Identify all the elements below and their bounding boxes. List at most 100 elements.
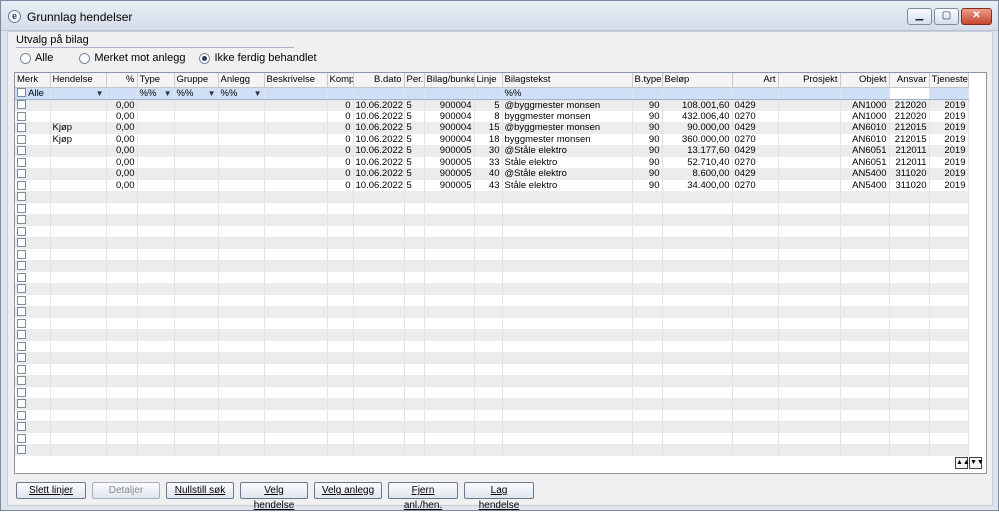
filter-pct[interactable] <box>106 87 138 100</box>
cell-prosjekt[interactable] <box>778 363 841 375</box>
cell-per[interactable] <box>404 398 425 410</box>
cell-gruppe[interactable] <box>174 156 219 168</box>
cell-linje[interactable]: 5 <box>474 99 503 111</box>
cell-art[interactable] <box>732 317 779 329</box>
filter-merk-checkbox[interactable] <box>17 88 26 98</box>
row-checkbox[interactable] <box>17 376 26 386</box>
cell-anlegg[interactable] <box>218 168 265 180</box>
cell-tekst[interactable] <box>502 375 633 387</box>
cell-objekt[interactable]: AN1000 <box>840 99 890 111</box>
cell-bdato[interactable]: 10.06.2022 <box>353 156 405 168</box>
cell-hendelse[interactable] <box>50 306 107 318</box>
cell-tekst[interactable] <box>502 352 633 364</box>
cell-ansvar[interactable] <box>889 432 930 444</box>
slett-linjer-button[interactable]: Slett linjer <box>16 482 86 499</box>
cell-bilag[interactable] <box>424 329 475 341</box>
cell-beskrivelse[interactable] <box>264 202 328 214</box>
cell-bdato[interactable] <box>353 363 405 375</box>
cell-anlegg[interactable] <box>218 444 265 456</box>
cell-anlegg[interactable] <box>218 421 265 433</box>
cell-linje[interactable] <box>474 375 503 387</box>
cell-per[interactable] <box>404 294 425 306</box>
cell-btype[interactable] <box>632 409 663 421</box>
cell-belop[interactable] <box>662 444 733 456</box>
table-row[interactable] <box>15 225 969 237</box>
cell-hendelse[interactable] <box>50 145 107 157</box>
col-header-tjeneste[interactable]: Tjeneste <box>929 73 969 88</box>
cell-pct[interactable] <box>106 283 138 295</box>
cell-prosjekt[interactable] <box>778 306 841 318</box>
cell-komp[interactable] <box>327 225 354 237</box>
cell-pct[interactable] <box>106 386 138 398</box>
cell-ansvar[interactable] <box>889 237 930 249</box>
cell-komp[interactable]: 0 <box>327 168 354 180</box>
cell-belop[interactable] <box>662 329 733 341</box>
chevron-down-icon[interactable]: ▼ <box>96 88 104 99</box>
cell-prosjekt[interactable] <box>778 237 841 249</box>
filter-prosjekt[interactable] <box>778 87 841 100</box>
cell-gruppe[interactable] <box>174 225 219 237</box>
cell-tjeneste[interactable] <box>929 202 969 214</box>
cell-tekst[interactable] <box>502 294 633 306</box>
table-row[interactable] <box>15 271 969 283</box>
table-row[interactable] <box>15 340 969 352</box>
row-checkbox[interactable] <box>17 364 26 374</box>
cell-bdato[interactable]: 10.06.2022 <box>353 145 405 157</box>
cell-belop[interactable] <box>662 202 733 214</box>
merk-cell[interactable] <box>15 248 51 260</box>
cell-tjeneste[interactable] <box>929 340 969 352</box>
cell-bdato[interactable] <box>353 225 405 237</box>
cell-objekt[interactable]: AN6010 <box>840 133 890 145</box>
cell-pct[interactable] <box>106 340 138 352</box>
cell-anlegg[interactable] <box>218 133 265 145</box>
merk-cell[interactable] <box>15 214 51 226</box>
cell-linje[interactable] <box>474 202 503 214</box>
radio-alle[interactable]: Alle <box>20 52 53 64</box>
row-checkbox[interactable] <box>17 272 26 282</box>
cell-pct[interactable] <box>106 352 138 364</box>
cell-gruppe[interactable] <box>174 145 219 157</box>
cell-tjeneste[interactable] <box>929 432 969 444</box>
cell-belop[interactable] <box>662 421 733 433</box>
lag-hendelse-button[interactable]: Lag hendelse <box>464 482 534 511</box>
cell-art[interactable] <box>732 306 779 318</box>
cell-art[interactable] <box>732 329 779 341</box>
col-header-merk[interactable]: Merk <box>15 73 51 88</box>
cell-komp[interactable] <box>327 340 354 352</box>
cell-hendelse[interactable] <box>50 168 107 180</box>
table-row[interactable]: 0,00 0 10.06.2022 5 900005 33 Ståle elektro 90 5… <box>15 156 969 168</box>
row-checkbox[interactable] <box>17 134 26 144</box>
cell-bdato[interactable] <box>353 444 405 456</box>
filter-btype[interactable] <box>632 87 663 100</box>
close-button[interactable]: ✕ <box>961 8 992 25</box>
cell-btype[interactable] <box>632 202 663 214</box>
cell-ansvar[interactable] <box>889 363 930 375</box>
cell-tekst[interactable]: @byggmester monsen <box>502 99 633 111</box>
cell-objekt[interactable] <box>840 398 890 410</box>
cell-tekst[interactable] <box>502 317 633 329</box>
cell-linje[interactable] <box>474 444 503 456</box>
cell-gruppe[interactable] <box>174 271 219 283</box>
cell-objekt[interactable] <box>840 248 890 260</box>
cell-komp[interactable] <box>327 294 354 306</box>
cell-komp[interactable]: 0 <box>327 133 354 145</box>
row-checkbox[interactable] <box>17 330 26 340</box>
cell-type[interactable] <box>137 283 175 295</box>
cell-btype[interactable] <box>632 248 663 260</box>
cell-bdato[interactable] <box>353 306 405 318</box>
col-header-type[interactable]: Type <box>137 73 175 88</box>
cell-bilag[interactable] <box>424 340 475 352</box>
cell-bdato[interactable] <box>353 271 405 283</box>
cell-linje[interactable] <box>474 283 503 295</box>
cell-gruppe[interactable] <box>174 110 219 122</box>
scroll-up-icon[interactable]: ▲▲ <box>955 457 970 469</box>
cell-anlegg[interactable] <box>218 375 265 387</box>
filter-per[interactable] <box>404 87 425 100</box>
cell-linje[interactable] <box>474 386 503 398</box>
row-checkbox[interactable] <box>17 215 26 225</box>
cell-art[interactable] <box>732 202 779 214</box>
cell-ansvar[interactable]: 212020 <box>889 99 930 111</box>
row-checkbox[interactable] <box>17 100 26 110</box>
scroll-down-icon[interactable]: ▼▼ <box>969 457 984 469</box>
cell-objekt[interactable]: AN6010 <box>840 122 890 134</box>
